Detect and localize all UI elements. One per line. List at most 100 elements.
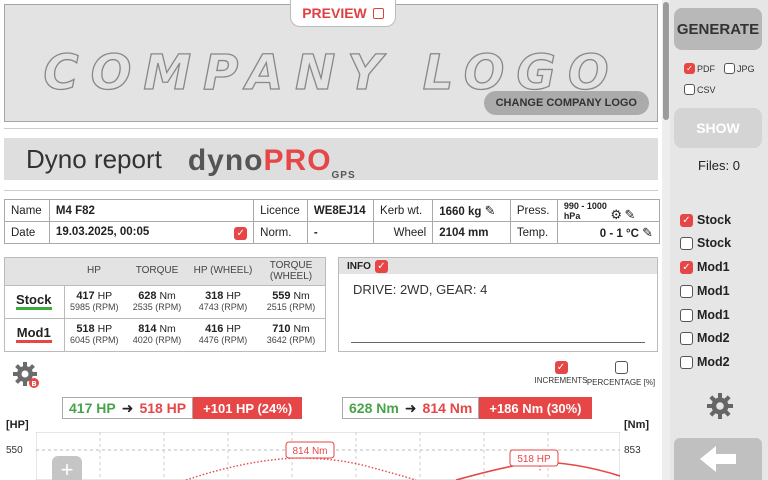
- increments-option[interactable]: ✓ INCREMENTS: [528, 361, 594, 385]
- run-item[interactable]: Mod1: [680, 284, 730, 298]
- hp-cell: 417 HP 5985 (RPM): [64, 284, 124, 318]
- kerb-label: Kerb wt.: [373, 199, 434, 222]
- hp-wheel-cell: 318 HP 4743 (RPM): [190, 284, 256, 318]
- table-row: Mod1 518 HP 6045 (RPM) 814 Nm 4020 (RPM) 4…: [4, 317, 326, 351]
- norm-value[interactable]: -: [306, 221, 375, 244]
- preview-checkbox[interactable]: [372, 7, 384, 19]
- press-cell[interactable]: 990 - 1000 hPa ⚙ ✎: [556, 199, 661, 222]
- chart-settings-gear-icon[interactable]: B: [12, 361, 40, 389]
- hp-peak-label: 518 HP: [517, 454, 551, 465]
- torque-rpm: 4020 (RPM): [132, 334, 182, 345]
- torque-wheel-value: 710: [272, 322, 291, 335]
- date-cell[interactable]: 19.03.2025, 00:05 ✓: [48, 221, 255, 244]
- torque-wheel-cell: 710 Nm 3642 (RPM): [256, 317, 326, 351]
- scrollbar-thumb[interactable]: [663, 2, 669, 120]
- run-checkbox[interactable]: ✓: [680, 213, 693, 227]
- hp-comparison: 417 HP ➜ 518 HP +101 HP (24%): [62, 397, 303, 419]
- name-value[interactable]: M4 F82: [48, 199, 255, 222]
- wheel-value[interactable]: 2104 mm: [432, 221, 511, 244]
- torque-unit: Nm: [159, 289, 176, 302]
- run-item[interactable]: ✓ Stock: [680, 213, 731, 227]
- kerb-cell[interactable]: 1660 kg ✎: [432, 199, 511, 222]
- generate-button[interactable]: GENERATE: [674, 8, 762, 50]
- hp-unit: HP: [226, 322, 241, 335]
- arrow-right-icon: ➜: [404, 399, 417, 416]
- engine-icon: ⚙: [610, 206, 622, 222]
- row-name: Stock: [16, 291, 52, 307]
- zoom-in-button[interactable]: +: [52, 456, 82, 480]
- date-label: Date: [4, 221, 50, 244]
- side-panel: GENERATE ✓ PDF JPG CSV SHOW Files: 0 ✓ Sto…: [670, 0, 768, 480]
- run-item[interactable]: Mod2: [680, 355, 730, 369]
- hp-unit: HP: [226, 289, 241, 302]
- run-checkbox[interactable]: [680, 331, 693, 345]
- run-checkbox[interactable]: ✓: [680, 260, 693, 274]
- increments-label: INCREMENTS: [534, 376, 588, 385]
- edit-temp-icon[interactable]: ✎: [642, 225, 653, 240]
- run-label: Stock: [697, 236, 732, 250]
- run-checkbox[interactable]: [680, 236, 693, 250]
- show-button[interactable]: SHOW: [674, 108, 762, 148]
- hp-from: 417 HP: [69, 400, 116, 416]
- licence-value[interactable]: WE8EJ14: [306, 199, 375, 222]
- temp-cell[interactable]: 0 - 1 °C ✎: [556, 221, 661, 244]
- settings-gear-icon[interactable]: [706, 392, 734, 420]
- hp-value: 417: [76, 289, 95, 302]
- percentage-checkbox[interactable]: [614, 361, 628, 374]
- back-button[interactable]: [674, 438, 762, 480]
- report-preview: COMPANY LOGO CHANGE COMPANY LOGO PREVIEW…: [0, 0, 662, 480]
- temp-value: 0 - 1 °C: [599, 227, 639, 240]
- name-label: Name: [4, 199, 50, 222]
- run-label: Mod2: [697, 355, 730, 369]
- csv-option[interactable]: CSV: [684, 84, 716, 95]
- run-label: Mod2: [697, 331, 730, 345]
- change-company-logo-button[interactable]: CHANGE COMPANY LOGO: [483, 91, 649, 115]
- torque-to: 814 Nm: [422, 400, 473, 416]
- info-underline: [351, 342, 645, 343]
- run-item[interactable]: Stock: [680, 236, 731, 250]
- header-hp: HP: [64, 257, 124, 285]
- results-header-blank: [4, 257, 64, 285]
- run-checkbox[interactable]: [680, 308, 693, 322]
- torque-value: 628: [138, 289, 157, 302]
- hp-difference: +101 HP (24%): [193, 397, 303, 419]
- pdf-option[interactable]: ✓ PDF: [684, 63, 715, 74]
- run-item[interactable]: ✓ Mod1: [680, 260, 730, 274]
- left-axis-top-tick: 550: [6, 445, 23, 456]
- hp-to: 518 HP: [139, 400, 187, 416]
- hp-unit: HP: [97, 322, 113, 335]
- increments-checkbox[interactable]: ✓: [554, 361, 568, 374]
- info-box[interactable]: INFO ✓ DRIVE: 2WD, GEAR: 4: [338, 257, 658, 352]
- header-hp-wheel: HP (WHEEL): [190, 257, 256, 285]
- percentage-label: PERCENTAGE [%]: [586, 378, 656, 387]
- hp-unit: HP: [97, 289, 113, 302]
- date-checkbox[interactable]: ✓: [234, 226, 248, 240]
- hp-cell: 518 HP 6045 (RPM): [64, 317, 124, 351]
- stock-color-line: [15, 306, 52, 310]
- info-header: INFO ✓: [339, 258, 657, 274]
- edit-press-icon[interactable]: ✎: [625, 207, 636, 222]
- torque-wheel-rpm: 3642 (RPM): [266, 334, 316, 345]
- date-value: 19.03.2025, 00:05: [55, 225, 150, 238]
- report-title-bar: Dyno report dynoPROGPS: [4, 138, 658, 181]
- info-checkbox[interactable]: ✓: [374, 259, 388, 273]
- run-checkbox[interactable]: [680, 284, 693, 298]
- info-textarea[interactable]: DRIVE: 2WD, GEAR: 4: [339, 274, 657, 297]
- percentage-option[interactable]: PERCENTAGE [%]: [586, 361, 656, 387]
- info-label: INFO: [347, 260, 371, 272]
- norm-label: Norm.: [253, 221, 308, 244]
- vehicle-info-table: Name M4 F82 Licence WE8EJ14 Kerb wt. 166…: [4, 199, 661, 244]
- edit-kerb-icon[interactable]: ✎: [485, 203, 496, 218]
- header-torque-wheel: TORQUE (WHEEL): [256, 257, 326, 285]
- run-item[interactable]: Mod1: [680, 308, 730, 322]
- torque-cell: 628 Nm 2535 (RPM): [124, 284, 190, 318]
- torque-unit: Nm: [159, 322, 176, 335]
- run-checkbox[interactable]: [680, 355, 693, 369]
- preview-toggle[interactable]: PREVIEW: [290, 0, 396, 27]
- run-item[interactable]: Mod2: [680, 331, 730, 345]
- jpg-option[interactable]: JPG: [724, 63, 755, 74]
- jpg-checkbox[interactable]: [724, 63, 735, 74]
- csv-checkbox[interactable]: [684, 84, 695, 95]
- left-axis-unit: [HP]: [6, 419, 29, 431]
- pdf-checkbox[interactable]: ✓: [684, 63, 695, 74]
